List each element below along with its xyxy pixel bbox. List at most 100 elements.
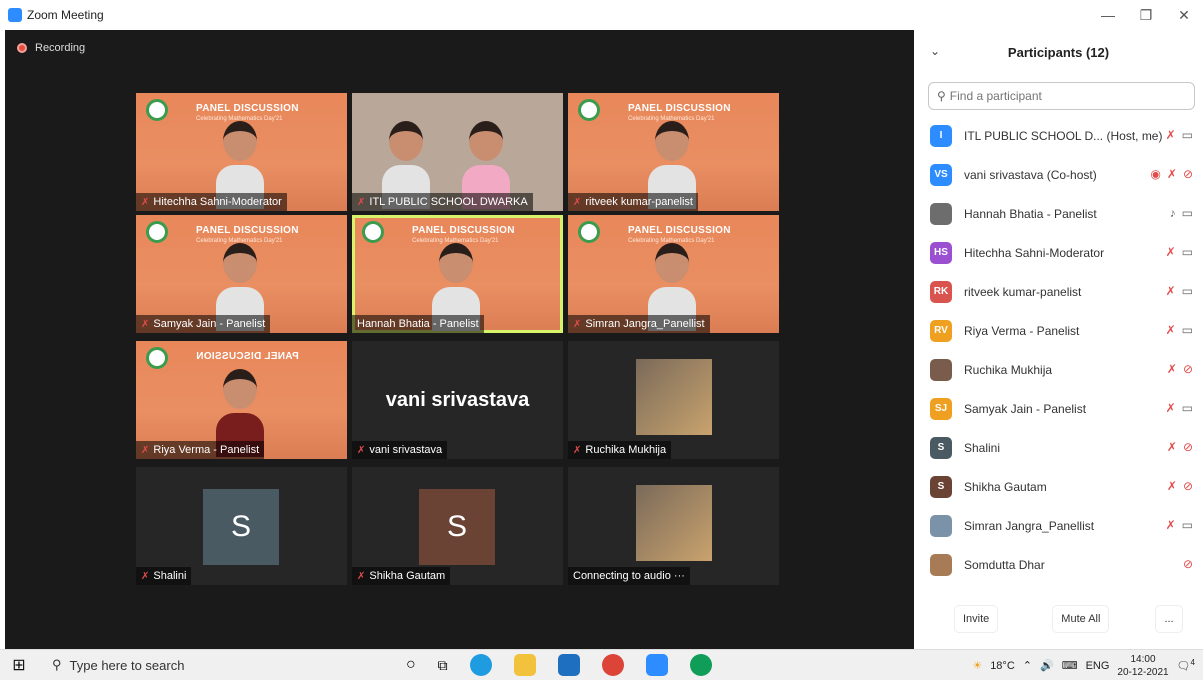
speaker-icon[interactable]: 🔊 [1040,659,1054,672]
chrome-icon[interactable] [601,654,624,676]
mic-muted-icon[interactable]: ✗ [1166,518,1176,532]
zoom-icon[interactable] [645,654,668,676]
camera-icon[interactable]: ▭ [1182,128,1193,142]
participant-photo [636,359,712,435]
windows-taskbar: ⊞ ⚲ Type here to search ○ ⧉ ☀ 18°C ⌃ 🔊 ⌨… [0,649,1203,680]
participant-row[interactable]: Hannah Bhatia - Panelist ♪ ▭ [914,194,1203,233]
school-logo-icon [578,99,600,121]
mic-muted-icon[interactable]: ✗ [1167,440,1177,454]
cortana-icon[interactable]: ○ [406,656,416,674]
participant-name: Hitechha Sahni-Moderator [964,245,1105,260]
notification-icon[interactable]: 🗨4 [1177,658,1195,673]
participant-row[interactable]: S Shikha Gautam ✗ ⊘ [914,467,1203,506]
meeting-video-area: Recording PANEL DISCUSSION Celebrating Ma… [5,30,914,649]
taskbar-search[interactable]: ⚲ Type here to search [38,650,338,681]
participant-status-icons: ✗ ▭ [1166,245,1193,259]
more-button[interactable]: ... [1155,605,1183,633]
file-explorer-icon[interactable] [513,654,536,676]
camera-off-icon[interactable]: ⊘ [1183,479,1193,493]
mic-muted-icon[interactable]: ✗ [1166,128,1176,142]
participant-avatar: S [930,436,952,459]
participant-row[interactable]: RK ritveek kumar-panelist ✗ ▭ [914,272,1203,311]
minimize-button[interactable]: — [1089,0,1127,30]
mic-muted-icon[interactable]: ✗ [1166,323,1176,337]
tray-expand-icon[interactable]: ⌃ [1023,659,1032,672]
participant-name: Shikha Gautam [964,479,1047,494]
mic-muted-icon[interactable]: ✗ [1167,362,1177,376]
participant-row[interactable]: I ITL PUBLIC SCHOOL D... (Host, me) ✗ ▭ [914,116,1203,155]
video-tile[interactable]: PANEL DISCUSSION Celebrating Mathematics … [352,215,563,333]
video-tile[interactable]: PANEL DISCUSSION Celebrating Mathematics … [568,215,779,333]
camera-icon[interactable]: ▭ [1182,206,1193,220]
camera-off-icon[interactable]: ⊘ [1183,557,1193,571]
camera-icon[interactable]: ▭ [1182,518,1193,532]
participant-name: vani srivastava [369,444,443,456]
mic-muted-icon[interactable]: ✗ [1167,479,1177,493]
mute-all-button[interactable]: Mute All [1052,605,1110,633]
participant-name-label: ✗ vani srivastava [352,441,448,459]
video-tile[interactable]: ✗ Ruchika Mukhija [568,341,779,459]
close-button[interactable]: ✕ [1165,0,1203,30]
participant-name-label: Hannah Bhatia - Panelist [352,315,484,333]
participant-status-icons: ⊘ [1183,557,1193,571]
mic-icon[interactable]: ♪ [1170,206,1176,220]
participant-status-icons: ✗ ⊘ [1167,440,1193,454]
panel-title: PANEL DISCUSSION [412,225,515,236]
mail-icon[interactable] [557,654,580,676]
camera-icon[interactable]: ▭ [1182,284,1193,298]
video-tile[interactable]: PANEL DISCUSSION Celebrating Mathematics … [136,93,347,211]
participant-name-label: ✗ ITL PUBLIC SCHOOL DWARKA [352,193,533,211]
participant-search[interactable]: ⚲ [928,82,1195,110]
participant-photo [636,485,712,561]
camera-off-icon[interactable]: ⊘ [1183,167,1193,181]
mic-muted-icon[interactable]: ✗ [1166,284,1176,298]
camera-off-icon[interactable]: ⊘ [1183,362,1193,376]
invite-button[interactable]: Invite [954,605,999,633]
participant-name: Simran Jangra_Panellist [964,518,1095,533]
video-tile[interactable]: Connecting to audio ··· [568,467,779,585]
camera-off-icon[interactable]: ⊘ [1183,440,1193,454]
participant-row[interactable]: Somdutta Dhar ⊘ [914,545,1203,584]
notification-count: 4 [1190,658,1195,668]
participant-row[interactable]: Ruchika Mukhija ✗ ⊘ [914,350,1203,389]
camera-icon[interactable]: ▭ [1182,401,1193,415]
mic-muted-icon: ✗ [357,570,366,582]
mic-muted-icon: ✗ [573,444,582,456]
participant-name-label: ✗ Simran Jangra_Panellist [568,315,710,333]
video-tile[interactable]: vani srivastava ✗ vani srivastava [352,341,563,459]
video-tile[interactable]: S ✗ Shikha Gautam [352,467,563,585]
keyboard-icon[interactable]: ⌨ [1062,659,1078,672]
video-tile[interactable]: ✗ ITL PUBLIC SCHOOL DWARKA [352,93,563,211]
recording-label: Recording [35,42,86,54]
participant-search-input[interactable] [949,89,1170,103]
participant-name: Hitechha Sahni-Moderator [153,196,282,208]
mic-muted-icon[interactable]: ✗ [1167,167,1177,181]
panel-title: PANEL DISCUSSION [196,351,299,362]
participant-row[interactable]: Simran Jangra_Panellist ✗ ▭ [914,506,1203,545]
video-tile[interactable]: PANEL DISCUSSION Celebrating Mathematics … [568,93,779,211]
mic-muted-icon[interactable]: ✗ [1166,245,1176,259]
participant-row[interactable]: VS vani srivastava (Co-host) ◉ ✗ ⊘ [914,155,1203,194]
participant-status-icons: ♪ ▭ [1170,206,1193,220]
participant-row[interactable]: S Shalini ✗ ⊘ [914,428,1203,467]
window-controls: — ❐ ✕ [1089,0,1203,30]
camera-icon[interactable]: ▭ [1182,323,1193,337]
edge-icon[interactable] [469,654,492,676]
participant-row[interactable]: SJ Samyak Jain - Panelist ✗ ▭ [914,389,1203,428]
system-tray: ☀ 18°C ⌃ 🔊 ⌨ ENG 14:00 20-12-2021 🗨4 [972,650,1195,681]
mic-muted-icon[interactable]: ✗ [1166,401,1176,415]
participant-name: ITL PUBLIC SCHOOL DWARKA [369,196,528,208]
clock[interactable]: 14:00 20-12-2021 [1117,653,1168,679]
video-tile[interactable]: S ✗ Shalini [136,467,347,585]
windows-start-icon[interactable]: ⊞ [0,650,38,681]
video-tile[interactable]: PANEL DISCUSSION Celebrating Mathematics … [136,215,347,333]
restore-button[interactable]: ❐ [1127,0,1165,30]
task-view-icon[interactable]: ⧉ [438,657,448,674]
chrome-profile-icon[interactable] [689,654,712,676]
chevron-down-icon[interactable]: ⌄ [930,44,940,58]
participant-row[interactable]: HS Hitechha Sahni-Moderator ✗ ▭ [914,233,1203,272]
language-indicator[interactable]: ENG [1086,660,1110,672]
video-tile[interactable]: PANEL DISCUSSION ✗ Riya Verma - Panelist [136,341,347,459]
participant-row[interactable]: RV Riya Verma - Panelist ✗ ▭ [914,311,1203,350]
camera-icon[interactable]: ▭ [1182,245,1193,259]
